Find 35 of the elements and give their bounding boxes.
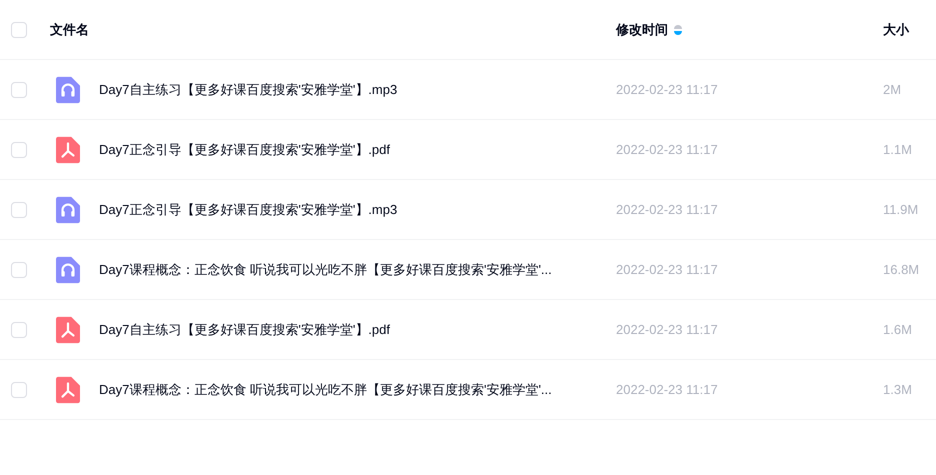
file-name[interactable]: Day7课程概念：正念饮食 听说我可以光吃不胖【更多好课百度搜索'安雅学堂'... (99, 382, 552, 396)
modified-time: 2022-02-23 11:17 (616, 382, 718, 396)
column-header[interactable]: 修改时间 (616, 20, 668, 40)
file-size: 2M (883, 82, 902, 96)
checkbox[interactable] (11, 262, 27, 278)
file-size: 1.3M (883, 382, 912, 396)
headphones-file-icon (56, 196, 80, 224)
checkbox[interactable] (11, 82, 27, 98)
modified-time: 2022-02-23 11:17 (616, 202, 718, 216)
checkbox[interactable] (11, 382, 27, 398)
file-name[interactable]: Day7正念引导【更多好课百度搜索'安雅学堂'】.pdf (99, 142, 390, 156)
checkbox[interactable] (11, 22, 27, 38)
column-header: 文件名 (50, 20, 90, 39)
file-size: 1.6M (883, 322, 912, 336)
pdf-file-icon (56, 136, 80, 164)
headphones-file-icon (56, 76, 80, 104)
checkbox[interactable] (11, 142, 27, 158)
column-header: 大小 (883, 20, 909, 39)
modified-time: 2022-02-23 11:17 (616, 142, 718, 156)
checkbox[interactable] (11, 322, 27, 338)
pdf-file-icon (56, 316, 80, 344)
pdf-file-icon (56, 376, 80, 404)
modified-time: 2022-02-23 11:17 (616, 82, 718, 96)
modified-time: 2022-02-23 11:17 (616, 262, 718, 276)
file-size: 16.8M (883, 262, 920, 276)
headphones-file-icon (56, 256, 80, 284)
file-name[interactable]: Day7自主练习【更多好课百度搜索'安雅学堂'】.mp3 (99, 82, 398, 96)
file-name[interactable]: Day7自主练习【更多好课百度搜索'安雅学堂'】.pdf (99, 322, 390, 336)
file-size: 11.9M (883, 202, 918, 216)
checkbox[interactable] (11, 202, 27, 218)
file-size: 1.1M (883, 142, 912, 156)
modified-time: 2022-02-23 11:17 (616, 322, 718, 336)
file-name[interactable]: Day7课程概念：正念饮食 听说我可以光吃不胖【更多好课百度搜索'安雅学堂'... (99, 262, 552, 276)
sort-icon[interactable] (674, 24, 682, 36)
file-name[interactable]: Day7正念引导【更多好课百度搜索'安雅学堂'】.mp3 (99, 202, 398, 216)
